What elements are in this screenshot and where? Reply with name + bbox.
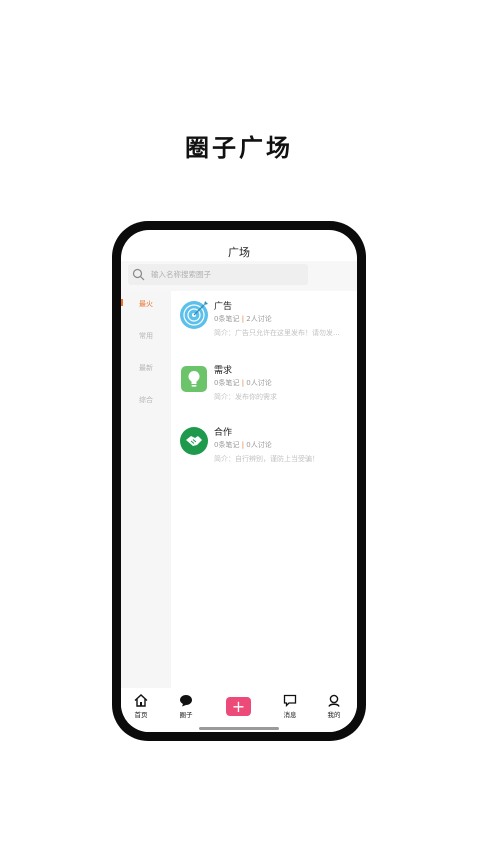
nav-title: 广场	[228, 246, 250, 259]
tab-home-label: 首页	[134, 711, 148, 719]
target-icon	[180, 301, 208, 329]
tab-home[interactable]: 首页	[124, 694, 158, 719]
lightbulb-icon	[181, 366, 207, 392]
stats-separator: |	[241, 441, 245, 449]
page-hero-title: 圈子广场	[185, 133, 293, 162]
circle-name: 合作	[214, 428, 233, 438]
add-post-button[interactable]: +	[226, 697, 251, 716]
circle-notes-count: 0条笔记	[214, 441, 240, 449]
category-sidebar: 最火 常用 最新 综合	[121, 291, 171, 688]
stats-separator: |	[241, 315, 245, 323]
tab-mine[interactable]: 我的	[317, 694, 351, 719]
circle-notes-count: 0条笔记	[214, 379, 240, 387]
sidebar-item-hottest[interactable]: 最火	[121, 299, 171, 309]
sidebar-item-newest[interactable]: 最新	[121, 363, 171, 373]
tab-circle-label: 圈子	[179, 711, 193, 719]
home-indicator	[199, 727, 279, 730]
search-icon	[132, 268, 145, 281]
tab-messages-label: 消息	[283, 711, 297, 719]
stats-separator: |	[241, 379, 245, 387]
circle-name: 广告	[214, 302, 233, 312]
circle-description: 简介：广告只允许在这里发布！请勿发...	[214, 329, 340, 337]
handshake-icon	[180, 427, 208, 455]
circle-item-cooperation[interactable]: 合作 0条笔记 | 0人讨论 简介：自行辨别，谨防上当受骗！	[179, 426, 357, 476]
circle-description: 简介：自行辨别，谨防上当受骗！	[214, 455, 319, 463]
circle-discussion-count: 0人讨论	[246, 379, 272, 387]
user-icon	[328, 694, 340, 707]
circle-stats: 0条笔记 | 0人讨论	[214, 378, 272, 388]
search-area: 输入名称搜索圈子	[121, 261, 357, 291]
tab-circle[interactable]: 圈子	[169, 694, 203, 719]
circle-name: 需求	[214, 366, 233, 376]
bottom-tabbar: 首页 圈子 + 消息 我的	[121, 688, 357, 732]
phone-frame: 广场 输入名称搜索圈子 最火 常用 最新 综合 广告 0条笔记 | 2人讨论 简…	[112, 221, 366, 741]
chat-bubble-icon	[180, 695, 192, 707]
circle-item-ads[interactable]: 广告 0条笔记 | 2人讨论 简介：广告只允许在这里发布！请勿发...	[179, 300, 357, 350]
circle-stats: 0条笔记 | 2人讨论	[214, 314, 272, 324]
circle-stats: 0条笔记 | 0人讨论	[214, 440, 272, 450]
circle-discussion-count: 0人讨论	[246, 441, 272, 449]
tab-messages[interactable]: 消息	[273, 694, 307, 719]
sidebar-item-general[interactable]: 综合	[121, 395, 171, 405]
circle-list: 广告 0条笔记 | 2人讨论 简介：广告只允许在这里发布！请勿发... 需求 0	[171, 291, 357, 688]
search-input[interactable]: 输入名称搜索圈子	[128, 264, 308, 285]
circle-notes-count: 0条笔记	[214, 315, 240, 323]
search-placeholder: 输入名称搜索圈子	[151, 270, 211, 279]
home-icon	[134, 694, 148, 707]
tab-mine-label: 我的	[327, 711, 341, 719]
circle-description: 简介：发布你的需求	[214, 393, 277, 401]
circle-item-demand[interactable]: 需求 0条笔记 | 0人讨论 简介：发布你的需求	[179, 364, 357, 414]
phone-screen: 广场 输入名称搜索圈子 最火 常用 最新 综合 广告 0条笔记 | 2人讨论 简…	[121, 230, 357, 732]
sidebar-item-frequent[interactable]: 常用	[121, 331, 171, 341]
message-icon	[283, 694, 297, 707]
circle-discussion-count: 2人讨论	[246, 315, 272, 323]
